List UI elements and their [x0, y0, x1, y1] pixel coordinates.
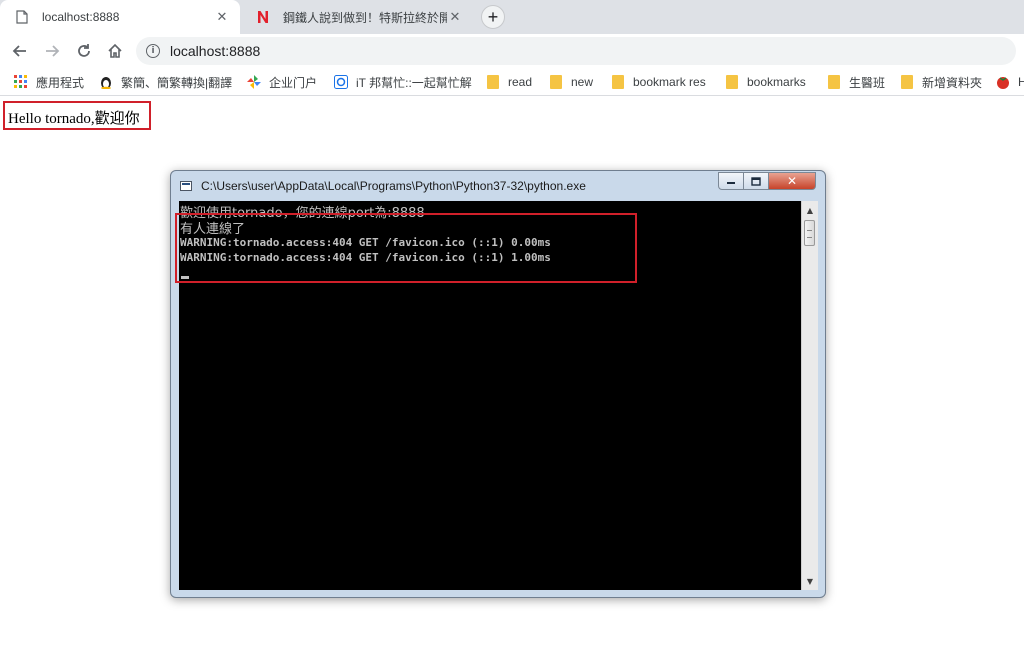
plus-icon: +: [487, 7, 499, 27]
bookmark-folder-biomed[interactable]: 生醫班: [827, 72, 885, 92]
tab-title: 鋼鐵人說到做到！特斯拉終於開放: [283, 10, 447, 25]
home-button[interactable]: [103, 39, 127, 63]
bookmarks-bar: 應用程式 繁簡、簡繁轉換|翻譯 企业门户 iT 邦幫忙::一起幫忙解 read …: [0, 68, 1024, 96]
address-bar[interactable]: i localhost:8888: [136, 37, 1016, 65]
console-scrollbar[interactable]: ▲ ▼: [801, 201, 818, 590]
scrollbar-thumb[interactable]: [804, 220, 815, 246]
folder-icon: [611, 75, 625, 89]
reload-icon: [78, 44, 90, 57]
new-tab-button[interactable]: +: [481, 5, 505, 29]
tab-localhost[interactable]: localhost:8888 ✕: [0, 0, 240, 34]
bookmark-apps[interactable]: 應用程式: [14, 72, 84, 92]
minimize-icon: [727, 182, 735, 184]
tab-close-icon[interactable]: ✕: [214, 9, 230, 25]
bookmark-folder-bookmark-res[interactable]: bookmark res: [611, 72, 706, 92]
penguin-icon: [99, 75, 113, 89]
scroll-down-arrow-icon[interactable]: ▼: [802, 573, 818, 589]
close-button[interactable]: ✕: [768, 172, 816, 190]
bookmark-translate[interactable]: 繁簡、簡繁轉換|翻譯: [99, 72, 232, 92]
page-body-text: Hello tornado,歡迎你: [3, 101, 151, 130]
folder-icon: [827, 75, 841, 89]
bookmark-folder-bookmarks[interactable]: bookmarks: [725, 72, 806, 92]
page-icon: [14, 9, 30, 25]
folder-icon: [725, 75, 739, 89]
back-arrow-icon: [12, 45, 26, 57]
tomato-icon: [996, 75, 1010, 89]
maximize-icon: [751, 176, 761, 186]
forward-button[interactable]: [40, 39, 64, 63]
back-button[interactable]: [8, 39, 32, 63]
tab-tesla-article[interactable]: 鋼鐵人說到做到！特斯拉終於開放 ✕: [241, 0, 473, 34]
info-icon[interactable]: i: [146, 44, 160, 58]
bookmark-folder-new-folder[interactable]: 新增資料夾: [900, 72, 982, 92]
n-logo-icon: [255, 9, 271, 25]
tab-title: localhost:8888: [42, 10, 120, 24]
folder-icon: [900, 75, 914, 89]
close-icon: ✕: [786, 174, 798, 188]
folder-icon: [549, 75, 563, 89]
bookmark-folder-new[interactable]: new: [549, 72, 593, 92]
tab-strip: localhost:8888 ✕ 鋼鐵人說到做到！特斯拉終於開放 ✕ +: [0, 0, 1024, 34]
ithome-icon: [334, 75, 348, 89]
tab-close-icon[interactable]: ✕: [447, 9, 463, 25]
home-icon: [108, 43, 122, 58]
bookmark-portal[interactable]: 企业门户: [247, 72, 317, 92]
bookmark-folder-read[interactable]: read: [486, 72, 532, 92]
minimize-button[interactable]: [718, 172, 744, 190]
annotation-highlight-box: [175, 213, 637, 283]
console-app-icon: [180, 181, 192, 191]
bookmark-tomato[interactable]: H: [996, 72, 1024, 92]
pinwheel-icon: [247, 75, 261, 89]
reload-button[interactable]: [72, 39, 96, 63]
forward-arrow-icon: [46, 45, 60, 57]
browser-toolbar: i localhost:8888: [0, 34, 1024, 68]
address-url[interactable]: localhost:8888: [170, 43, 260, 59]
folder-icon: [486, 75, 500, 89]
apps-grid-icon: [14, 75, 28, 89]
maximize-button[interactable]: [743, 172, 769, 190]
bookmark-ithome[interactable]: iT 邦幫忙::一起幫忙解: [334, 72, 472, 92]
console-titlebar[interactable]: C:\Users\user\AppData\Local\Programs\Pyt…: [171, 171, 825, 199]
console-window-title: C:\Users\user\AppData\Local\Programs\Pyt…: [201, 179, 586, 193]
scroll-up-arrow-icon[interactable]: ▲: [802, 202, 818, 218]
